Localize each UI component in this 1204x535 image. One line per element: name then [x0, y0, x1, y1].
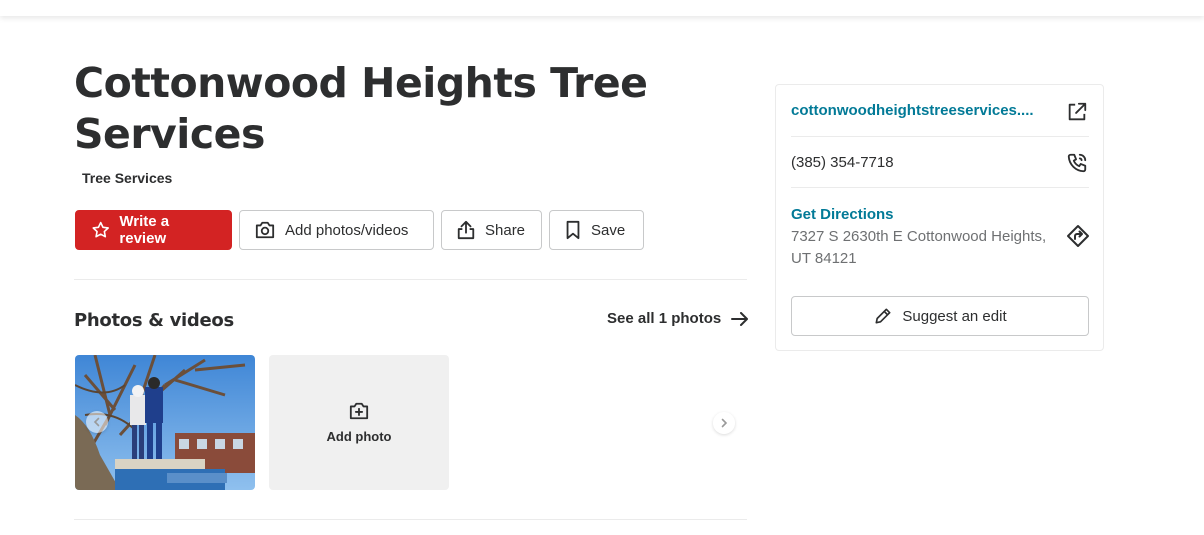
write-review-label: Write a review	[119, 213, 170, 247]
pencil-icon	[875, 308, 891, 324]
star-icon	[92, 221, 109, 238]
section-divider	[74, 279, 747, 280]
camera-icon	[255, 221, 275, 239]
sidebar-divider	[791, 136, 1089, 137]
add-photos-button[interactable]: Add photos/videos	[239, 210, 434, 250]
carousel-prev-button[interactable]	[86, 411, 108, 433]
share-label: Share	[485, 221, 526, 239]
action-bar: Write a review Add photos/videos Share S…	[75, 210, 644, 250]
top-header-bar	[0, 0, 1204, 16]
external-link-icon[interactable]	[1066, 101, 1088, 123]
share-button[interactable]: Share	[441, 210, 542, 250]
directions-icon[interactable]	[1066, 224, 1090, 248]
business-address: 7327 S 2630th E Cottonwood Heights, UT 8…	[791, 228, 1047, 267]
write-review-button[interactable]: Write a review	[75, 210, 232, 250]
add-photo-label: Add photo	[326, 429, 392, 444]
share-icon	[457, 220, 475, 240]
get-directions-link[interactable]: Get Directions	[791, 206, 894, 223]
save-label: Save	[591, 221, 626, 239]
chevron-left-icon	[93, 417, 100, 427]
suggest-edit-button[interactable]: Suggest an edit	[791, 296, 1089, 336]
phone-icon[interactable]	[1066, 152, 1088, 174]
sidebar-divider	[791, 187, 1089, 188]
add-photos-label: Add photos/videos	[285, 221, 409, 239]
arrow-right-icon	[731, 311, 749, 326]
suggest-edit-label: Suggest an edit	[902, 307, 1007, 325]
see-all-photos-label: See all 1 photos	[607, 310, 722, 327]
phone-number: (385) 354-7718	[791, 154, 894, 171]
website-link[interactable]: cottonwoodheightstreeservices....	[791, 102, 1034, 119]
save-button[interactable]: Save	[549, 210, 644, 250]
business-name: Cottonwood Heights Tree Services	[74, 59, 648, 158]
bookmark-icon	[566, 220, 580, 240]
section-divider	[74, 519, 747, 520]
photos-section-title: Photos & videos	[74, 310, 234, 331]
camera-plus-icon	[349, 402, 369, 420]
chevron-right-icon	[721, 418, 728, 428]
business-category-link[interactable]: Tree Services	[82, 170, 172, 186]
business-info-sidebar: cottonwoodheightstreeservices.... (385) …	[775, 84, 1104, 351]
see-all-photos-link[interactable]: See all 1 photos	[607, 310, 749, 327]
carousel-next-button[interactable]	[713, 412, 735, 434]
add-photo-tile[interactable]: Add photo	[269, 355, 449, 490]
